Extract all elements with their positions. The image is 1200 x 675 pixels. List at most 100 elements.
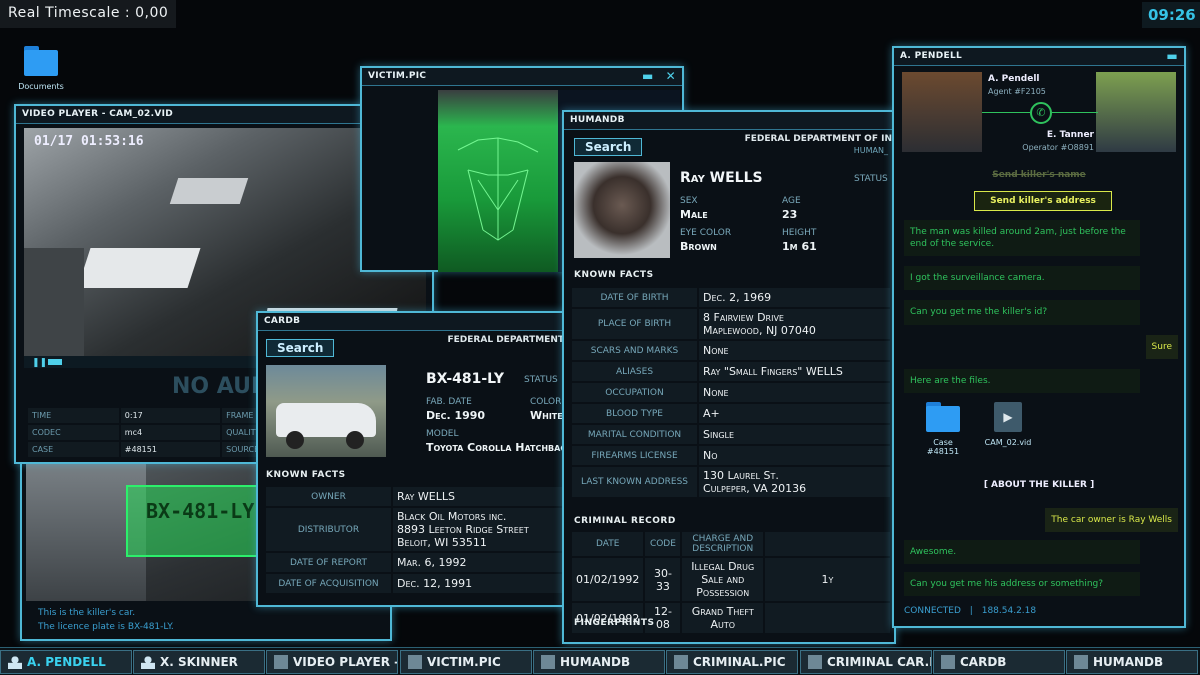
taskbar-item[interactable]: HUMANDB	[533, 650, 665, 674]
fact-key: SCARS AND MARKS	[572, 341, 697, 360]
fact-value: Black Oil Motors inc. 8893 Leeton Ridge S…	[393, 508, 566, 551]
window-icon	[141, 655, 155, 669]
taskbar-item-label: VIDEO PLAYER - C	[293, 655, 397, 669]
plate-note-1: This is the killer's car.	[38, 608, 136, 618]
taskbar-item-label: HUMANDB	[560, 655, 631, 669]
fact-key: OWNER	[266, 487, 391, 506]
fact-key: ALIASES	[572, 362, 697, 381]
window-icon	[408, 655, 422, 669]
taskbar-item[interactable]: CRIMINAL CAR.PI	[800, 650, 932, 674]
eye-color-value: Brown	[680, 240, 717, 253]
record-header: CHARGE AND DESCRIPTION	[682, 532, 763, 556]
cardb-search-button[interactable]: Search	[266, 339, 335, 357]
sex-label: SEX	[680, 196, 698, 206]
car-known-facts-heading: KNOWN FACTS	[266, 470, 346, 480]
humandb-subheader: HUMAN_	[853, 146, 888, 155]
meta-key: Time	[28, 408, 119, 423]
suspect-status-label: STATUS	[854, 174, 888, 184]
fact-value: None	[699, 341, 890, 360]
meta-key: Codec	[28, 425, 119, 440]
taskbar-item-label: CARDB	[960, 655, 1007, 669]
taskbar-item-label: VICTIM.PIC	[427, 655, 501, 669]
fact-value: A+	[699, 404, 890, 423]
window-icon	[941, 655, 955, 669]
fact-key: FIREARMS LICENSE	[572, 446, 697, 465]
outgoing-message: Sure	[1145, 334, 1178, 359]
record-header: DATE	[572, 532, 644, 556]
fact-value: None	[699, 383, 890, 402]
taskbar-item[interactable]: VIDEO PLAYER - C	[266, 650, 398, 674]
fact-row: DATE OF BIRTH Dec. 2, 1969	[572, 288, 890, 307]
car-status-label: STATUS	[524, 375, 558, 385]
taskbar-item[interactable]: VICTIM.PIC	[400, 650, 532, 674]
option-send-address[interactable]: Send killer's address	[974, 191, 1112, 211]
window-icon	[8, 655, 22, 669]
taskbar-item[interactable]: CARDB	[933, 650, 1065, 674]
pause-icon[interactable]: ❚❚	[32, 358, 47, 368]
human-known-facts-heading: KNOWN FACTS	[574, 270, 654, 280]
case-file-label: Case #48151	[926, 438, 960, 456]
record-cell: 01/02/1992	[572, 558, 644, 601]
outgoing-message: The car owner is Ray Wells	[1045, 508, 1178, 533]
chat-title: A. PENDELL	[900, 51, 963, 61]
chat-titlebar[interactable]: A. PENDELL ▬	[894, 48, 1184, 66]
fact-row: MARITAL CONDITION Single	[572, 425, 890, 444]
clock: 09:26	[1142, 2, 1200, 28]
close-icon[interactable]: ✕	[666, 69, 676, 83]
humandb-titlebar[interactable]: HUMANDB	[564, 112, 894, 130]
video-file-label: CAM_02.vid	[984, 438, 1032, 447]
video-file[interactable]: ▶ CAM_02.vid	[980, 402, 1036, 447]
taskbar-item-label: A. PENDELL	[27, 655, 106, 669]
record-cell: 1y	[765, 558, 890, 601]
car-photo	[266, 365, 386, 457]
fingerprints-heading: FINGERPRINTS	[574, 618, 655, 628]
taskbar-item-label: X. SKINNER	[160, 655, 238, 669]
incoming-message: The man was killed around 2am, just befo…	[904, 220, 1140, 257]
taskbar-item[interactable]: A. PENDELL	[0, 650, 132, 674]
fact-row: ALIASES Ray "Small Fingers" WELLS	[572, 362, 890, 381]
connection-status: CONNECTED | 188.54.2.18	[904, 606, 1037, 616]
option-send-name[interactable]: Send killer's name	[894, 170, 1184, 180]
age-label: AGE	[782, 196, 801, 206]
fact-row: OCCUPATION None	[572, 383, 890, 402]
incoming-message: Here are the files.	[904, 368, 1140, 393]
record-cell	[765, 603, 890, 633]
taskbar-item-label: CRIMINAL CAR.PI	[827, 655, 932, 669]
cardb-window[interactable]: CARDB Search FEDERAL DEPARTMENT BX-481-L…	[256, 311, 572, 607]
fact-key: LAST KNOWN ADDRESS	[572, 467, 697, 497]
fact-row: DATE OF REPORT Mar. 6, 1992	[266, 553, 566, 572]
car-model-value: Toyota Corolla Hatchback	[426, 441, 566, 454]
minimize-icon[interactable]: ▬	[1166, 49, 1178, 63]
about-killer-label[interactable]: [ ABOUT THE KILLER ]	[894, 480, 1184, 490]
eye-color-label: EYE COLOR	[680, 228, 732, 238]
window-icon	[674, 655, 688, 669]
victim-title: VICTIM.PIC	[368, 71, 427, 81]
video-timestamp: 01/17 01:53:16	[34, 134, 144, 149]
humandb-search-button[interactable]: Search	[574, 138, 643, 156]
connected-label: CONNECTED	[904, 606, 961, 616]
fact-value: Single	[699, 425, 890, 444]
record-cell: Grand Theft Auto	[682, 603, 763, 633]
taskbar-item[interactable]: CRIMINAL.PIC	[666, 650, 798, 674]
fact-row: LAST KNOWN ADDRESS 130 Laurel St. Culpeper…	[572, 467, 890, 497]
documents-desktop-icon[interactable]: Documents	[16, 46, 66, 91]
fact-key: DATE OF BIRTH	[572, 288, 697, 307]
taskbar: A. PENDELL X. SKINNER VIDEO PLAYER - C VICT…	[0, 647, 1200, 675]
car-color-label: COLOR	[530, 397, 562, 407]
fact-key: MARITAL CONDITION	[572, 425, 697, 444]
phone-icon[interactable]: ✆	[1030, 102, 1052, 124]
connection-ip: 188.54.2.18	[981, 606, 1037, 616]
suspect-photo	[574, 162, 670, 258]
chat-window[interactable]: A. PENDELL ▬ A. Pendell Agent #F2105 ✆ E…	[892, 46, 1186, 628]
window-icon	[1074, 655, 1088, 669]
taskbar-item[interactable]: X. SKINNER	[133, 650, 265, 674]
case-file[interactable]: Case #48151	[918, 402, 968, 456]
victim-titlebar[interactable]: VICTIM.PIC ▬ ✕	[362, 68, 682, 86]
fact-row: DATE OF ACQUISITION Dec. 12, 1991	[266, 574, 566, 593]
taskbar-item[interactable]: HUMANDB	[1066, 650, 1198, 674]
incoming-message: Awesome.	[904, 540, 1140, 565]
minimize-icon[interactable]: ▬	[642, 69, 654, 83]
cardb-titlebar[interactable]: CARDB	[258, 313, 570, 331]
humandb-window[interactable]: HUMANDB Search FEDERAL DEPARTMENT OF IN …	[562, 110, 896, 644]
incoming-message: Can you get me the killer's id?	[904, 300, 1140, 325]
